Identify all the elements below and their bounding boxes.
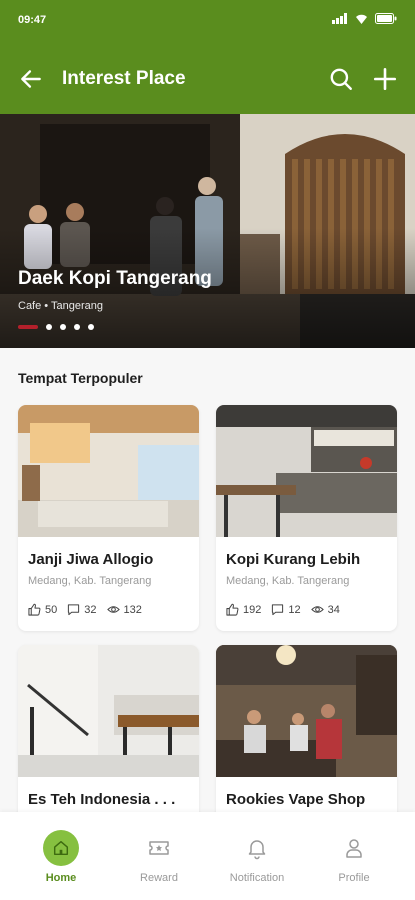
- hero-place-meta: Cafe • Tangerang: [18, 300, 103, 312]
- place-name: Janji Jiwa Allogio: [28, 551, 154, 568]
- eye-icon: [106, 606, 120, 613]
- views-count: 132: [123, 603, 142, 616]
- header: 09:47 Interest Place: [0, 0, 415, 114]
- carousel-dot-4[interactable]: [74, 324, 80, 330]
- comment-icon: [272, 604, 284, 616]
- ticket-icon: [141, 830, 177, 866]
- carousel-dot-5[interactable]: [88, 324, 94, 330]
- place-location: Medang, Kab. Tangerang: [226, 575, 350, 587]
- thumbs-up-icon: [28, 603, 41, 616]
- signal-icon: [332, 13, 347, 24]
- place-photo: [216, 405, 397, 537]
- carousel-dot-1[interactable]: [18, 325, 38, 329]
- place-card[interactable]: Janji Jiwa Allogio Medang, Kab. Tangeran…: [18, 405, 199, 631]
- nav-tab-profile[interactable]: Profile: [309, 830, 399, 884]
- likes-count: 50: [45, 603, 58, 616]
- hero-place-name: Daek Kopi Tangerang: [18, 268, 212, 289]
- section-title: Tempat Terpopuler: [18, 370, 143, 386]
- battery-icon: [375, 13, 397, 24]
- likes-stat: 50: [28, 603, 57, 616]
- views-count: 34: [327, 603, 340, 616]
- place-stats: 192 12 34: [226, 603, 340, 616]
- nav-label: Home: [45, 872, 77, 884]
- place-photo: [216, 645, 397, 777]
- place-card[interactable]: Kopi Kurang Lebih Medang, Kab. Tangerang…: [216, 405, 397, 631]
- place-name: Kopi Kurang Lebih: [226, 551, 361, 568]
- place-name: Es Teh Indonesia . . .: [28, 791, 176, 808]
- comment-icon: [68, 604, 80, 616]
- comments-stat: 32: [67, 603, 97, 616]
- home-icon: [43, 830, 79, 866]
- nav-tab-notification[interactable]: Notification: [212, 830, 302, 884]
- comments-count: 12: [288, 603, 301, 616]
- back-arrow-icon[interactable]: [18, 66, 44, 92]
- search-icon[interactable]: [328, 66, 354, 92]
- hero-banner[interactable]: Daek Kopi Tangerang Cafe • Tangerang: [0, 114, 415, 348]
- nav-tab-home[interactable]: Home: [16, 830, 106, 884]
- likes-stat: 192: [226, 603, 261, 616]
- likes-count: 192: [243, 603, 262, 616]
- eye-icon: [310, 606, 324, 613]
- place-photo: [18, 405, 199, 537]
- app-bar: Interest Place: [0, 58, 415, 100]
- views-stat: 34: [310, 603, 340, 616]
- carousel-dot-2[interactable]: [46, 324, 52, 330]
- thumbs-up-icon: [226, 603, 239, 616]
- comments-count: 32: [84, 603, 97, 616]
- nav-label: Reward: [140, 872, 178, 884]
- status-time: 09:47: [18, 14, 47, 26]
- carousel-indicator: [18, 324, 94, 330]
- carousel-dot-3[interactable]: [60, 324, 66, 330]
- user-icon: [336, 830, 372, 866]
- bottom-navigation: Home Reward Notification Profile: [0, 812, 415, 900]
- nav-label: Profile: [338, 872, 370, 884]
- views-stat: 132: [106, 603, 142, 616]
- nav-label: Notification: [229, 872, 285, 884]
- add-icon[interactable]: [372, 66, 398, 92]
- page-title: Interest Place: [62, 68, 186, 89]
- place-location: Medang, Kab. Tangerang: [28, 575, 152, 587]
- bell-icon: [239, 830, 275, 866]
- status-bar: 09:47: [0, 0, 415, 40]
- place-stats: 50 32 132: [28, 603, 142, 616]
- place-photo: [18, 645, 199, 777]
- status-icons: [332, 13, 397, 24]
- comments-stat: 12: [271, 603, 301, 616]
- wifi-icon: [356, 14, 367, 24]
- place-name: Rookies Vape Shop: [226, 791, 366, 808]
- nav-tab-reward[interactable]: Reward: [114, 830, 204, 884]
